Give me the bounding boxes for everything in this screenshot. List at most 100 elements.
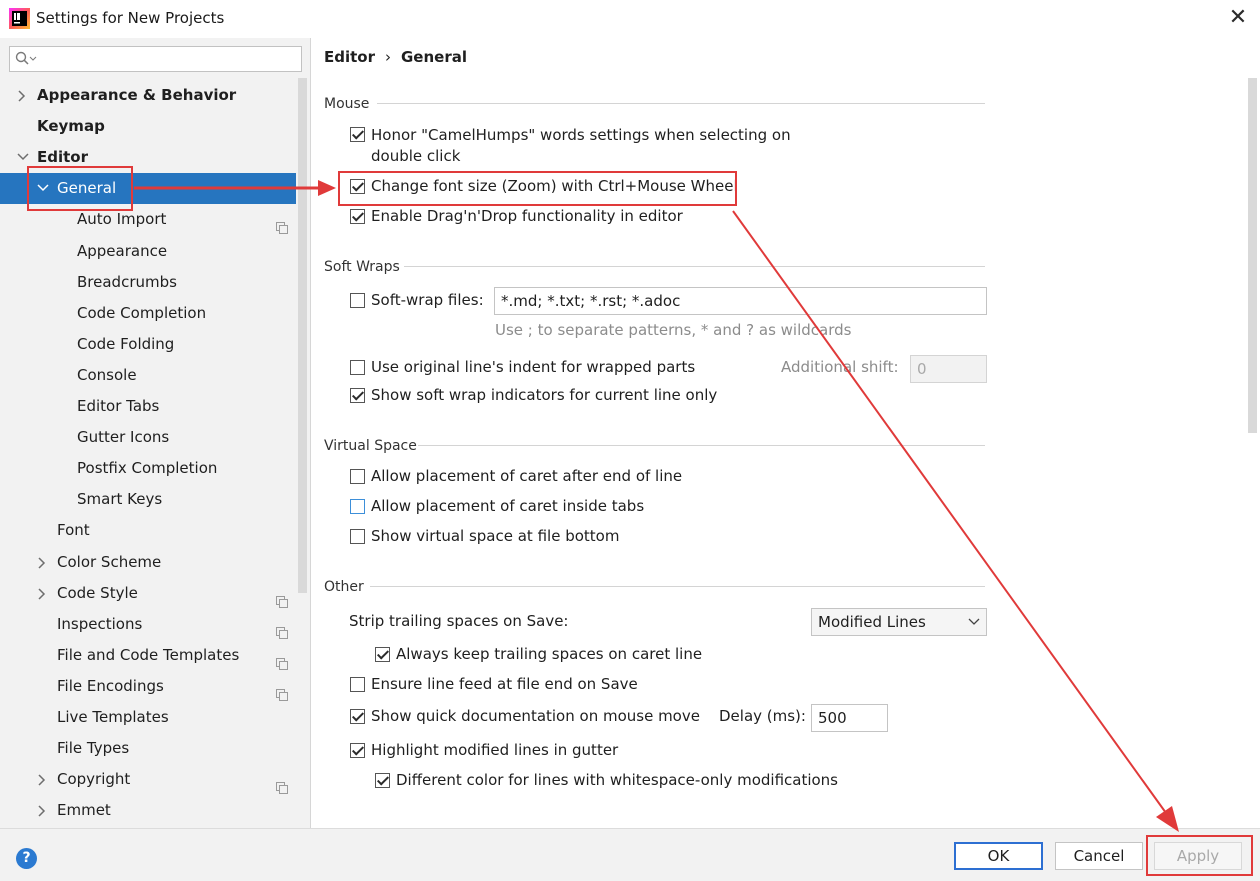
caret-inside-tabs-checkbox[interactable] <box>350 499 365 514</box>
soft-wrap-indicators-label: Show soft wrap indicators for current li… <box>371 386 718 404</box>
sidebar-item-code-style[interactable]: Code Style <box>0 578 296 609</box>
sidebar-item-label: Gutter Icons <box>77 428 170 447</box>
search-input[interactable] <box>9 46 302 72</box>
sidebar-item-color-scheme[interactable]: Color Scheme <box>0 547 296 578</box>
sidebar-item-label: Live Templates <box>57 708 169 726</box>
sidebar-item-label: Code Style <box>57 583 138 602</box>
caret-after-end-checkbox[interactable] <box>350 469 365 484</box>
section-virtual-space-header: Virtual Space <box>324 438 417 454</box>
virtual-space-bottom-checkbox[interactable] <box>350 529 365 544</box>
sidebar-item-label: Code Completion <box>77 303 207 322</box>
sidebar-item-font[interactable]: Font <box>0 515 296 546</box>
highlight-modified-checkbox[interactable] <box>350 743 365 758</box>
sidebar-item-label: Color Scheme <box>57 552 162 571</box>
chevron-right-icon[interactable] <box>16 80 30 111</box>
window-title: Settings for New Projects <box>36 9 225 27</box>
dragdrop-label: Enable Drag'n'Drop functionality in edit… <box>371 207 683 225</box>
sidebar-item-label: Keymap <box>37 117 105 136</box>
highlight-modified-label: Highlight modified lines in gutter <box>371 741 619 759</box>
line-feed-checkbox[interactable] <box>350 677 365 692</box>
section-divider <box>377 103 985 104</box>
sidebar-item-label: Appearance <box>77 241 168 260</box>
quick-doc-label: Show quick documentation on mouse move <box>371 707 700 725</box>
sidebar-item-label: Editor Tabs <box>77 397 160 415</box>
help-icon[interactable]: ? <box>16 848 37 869</box>
sidebar-item-editor-tabs[interactable]: Editor Tabs <box>0 391 296 422</box>
caret-inside-tabs-label: Allow placement of caret inside tabs <box>371 497 645 515</box>
section-soft-wraps-header: Soft Wraps <box>324 259 400 275</box>
intellij-logo-icon <box>9 8 30 29</box>
strip-trailing-label: Strip trailing spaces on Save: <box>349 612 569 630</box>
sidebar-item-live-templates[interactable]: Live Templates <box>0 702 296 733</box>
section-divider <box>418 445 985 446</box>
ok-button[interactable]: OK <box>954 842 1043 870</box>
keep-trailing-label: Always keep trailing spaces on caret lin… <box>396 645 703 663</box>
soft-wrap-files-input[interactable]: *.md; *.txt; *.rst; *.adoc <box>494 287 987 315</box>
sidebar-item-breadcrumbs[interactable]: Breadcrumbs <box>0 267 296 298</box>
cancel-button[interactable]: Cancel <box>1055 842 1143 870</box>
section-other-header: Other <box>324 579 364 595</box>
chevron-right-icon[interactable] <box>36 578 50 609</box>
section-mouse-header: Mouse <box>324 96 370 112</box>
keep-trailing-checkbox[interactable] <box>375 647 390 662</box>
project-scope-icon <box>276 619 288 639</box>
line-feed-label: Ensure line feed at file end on Save <box>371 675 638 693</box>
settings-sidebar: Appearance & Behavior Keymap Editor General… <box>0 38 311 828</box>
dialog-button-bar: ? OK Cancel Apply <box>0 828 1260 881</box>
sidebar-item-label: Inspections <box>57 614 143 633</box>
settings-content: Editor › General Mouse Honor "CamelHumps" … <box>312 38 1260 828</box>
breadcrumb-current: General <box>401 48 467 66</box>
chevron-down-icon <box>968 618 980 625</box>
soft-wrap-files-checkbox[interactable] <box>350 293 365 308</box>
content-scrollbar[interactable] <box>1248 78 1257 433</box>
project-scope-icon <box>276 214 288 235</box>
close-icon[interactable]: ✕ <box>1225 6 1251 32</box>
chevron-right-icon[interactable] <box>36 764 50 795</box>
sidebar-item-file-and-code-templates[interactable]: File and Code Templates <box>0 640 296 671</box>
sidebar-item-postfix-completion[interactable]: Postfix Completion <box>0 453 296 484</box>
sidebar-item-copyright[interactable]: Copyright <box>0 764 296 795</box>
project-scope-icon <box>276 681 288 701</box>
camelhumps-checkbox[interactable] <box>350 127 365 142</box>
original-indent-checkbox[interactable] <box>350 360 365 375</box>
sidebar-item-appearance[interactable]: Appearance <box>0 236 296 267</box>
sidebar-item-code-completion[interactable]: Code Completion <box>0 298 296 329</box>
additional-shift-input[interactable]: 0 <box>910 355 987 383</box>
camelhumps-label-line2: double click <box>371 147 461 165</box>
annotation-box-apply <box>1146 835 1253 876</box>
sidebar-item-label: Postfix Completion <box>77 459 218 478</box>
sidebar-item-inspections[interactable]: Inspections <box>0 609 296 640</box>
sidebar-item-file-types[interactable]: File Types <box>0 733 296 764</box>
chevron-right-icon[interactable] <box>36 795 50 826</box>
sidebar-item-gutter-icons[interactable]: Gutter Icons <box>0 422 296 453</box>
sidebar-item-file-encodings[interactable]: File Encodings <box>0 671 296 702</box>
breadcrumb-parent[interactable]: Editor <box>324 48 375 66</box>
chevron-right-icon[interactable] <box>36 547 50 578</box>
caret-after-end-label: Allow placement of caret after end of li… <box>371 467 683 485</box>
sidebar-item-label: Emmet <box>57 801 111 820</box>
strip-trailing-value: Modified Lines <box>818 613 926 631</box>
delay-label: Delay (ms): <box>719 707 806 725</box>
sidebar-item-keymap[interactable]: Keymap <box>0 111 296 142</box>
quick-doc-checkbox[interactable] <box>350 709 365 724</box>
sidebar-item-label: Console <box>77 365 137 384</box>
delay-input[interactable]: 500 <box>811 704 888 732</box>
project-scope-icon <box>276 588 288 608</box>
different-color-label: Different color for lines with whitespac… <box>396 771 839 789</box>
strip-trailing-select[interactable]: Modified Lines <box>811 608 987 636</box>
soft-wrap-indicators-checkbox[interactable] <box>350 388 365 403</box>
sidebar-item-label: Copyright <box>57 770 131 789</box>
sidebar-item-appearance-behavior[interactable]: Appearance & Behavior <box>0 80 296 111</box>
additional-shift-label: Additional shift: <box>781 358 899 376</box>
sidebar-scrollbar[interactable] <box>298 78 307 593</box>
section-divider <box>404 266 985 267</box>
annotation-box-zoom <box>338 171 737 206</box>
dragdrop-checkbox[interactable] <box>350 209 365 224</box>
sidebar-item-emmet[interactable]: Emmet <box>0 795 296 826</box>
sidebar-item-smart-keys[interactable]: Smart Keys <box>0 484 296 515</box>
sidebar-item-label: File Types <box>57 739 130 758</box>
sidebar-item-code-folding[interactable]: Code Folding <box>0 329 296 360</box>
sidebar-item-console[interactable]: Console <box>0 360 296 391</box>
different-color-checkbox[interactable] <box>375 773 390 788</box>
sidebar-item-label: Font <box>57 521 90 540</box>
